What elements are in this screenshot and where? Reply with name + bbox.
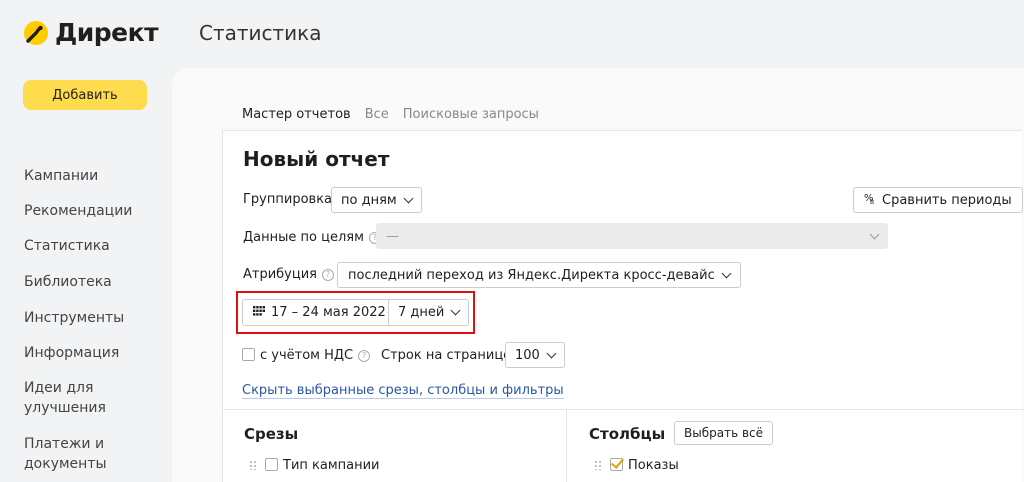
compare-label: Сравнить периоды [882, 192, 1012, 208]
add-button[interactable]: Добавить [23, 80, 147, 110]
slice-checkbox[interactable] [265, 458, 278, 471]
list-item[interactable]: Тип кампании [249, 458, 380, 473]
sidebar-item-library[interactable]: Библиотека [24, 272, 112, 292]
help-icon[interactable]: ? [358, 350, 371, 362]
attribution-select[interactable]: последний переход из Яндекс.Директа крос… [337, 262, 741, 288]
grouping-select[interactable]: по дням [331, 187, 422, 213]
highlight-box [236, 291, 475, 334]
sidebar-item-ideas[interactable]: Идеи для улучшения [24, 378, 106, 418]
select-all-button[interactable]: Выбрать всё [674, 421, 774, 445]
vat-label: с учётом НДС [260, 348, 354, 363]
compare-icon: % B [864, 191, 876, 209]
drag-handle-icon[interactable] [594, 460, 602, 470]
section-divider [222, 409, 1024, 410]
goals-label-text: Данные по целям [243, 230, 364, 245]
svg-text:B: B [870, 199, 874, 205]
slices-title: Срезы [244, 425, 299, 443]
vat-checkbox[interactable] [242, 348, 255, 361]
rows-per-page-value: 100 [515, 347, 540, 363]
chevron-down-icon [721, 268, 732, 278]
column-label: Показы [628, 458, 679, 473]
page-title: Статистика [199, 21, 322, 45]
tab-search-queries[interactable]: Поисковые запросы [403, 107, 539, 132]
direct-logo-icon [23, 20, 49, 46]
sidebar-item-statistics[interactable]: Статистика [24, 236, 110, 256]
sidebar-item-payments[interactable]: Платежи и документы [24, 434, 107, 474]
slice-label: Тип кампании [283, 458, 380, 473]
report-tabs: Мастер отчетов Все Поисковые запросы [242, 107, 539, 132]
report-title: Новый отчет [243, 147, 390, 171]
goals-label: Данные по целям? [243, 230, 381, 245]
column-divider [566, 409, 567, 482]
tab-all[interactable]: Все [365, 107, 389, 132]
drag-handle-icon[interactable] [249, 460, 257, 470]
rows-per-page-label: Строк на странице [381, 348, 512, 363]
grouping-label: Группировка [243, 192, 333, 207]
attribution-value: последний переход из Яндекс.Директа крос… [348, 267, 715, 283]
sidebar-item-tools[interactable]: Инструменты [24, 308, 124, 328]
grouping-value: по дням [341, 192, 397, 208]
list-item[interactable]: Показы [594, 458, 679, 473]
attribution-label: Атрибуция? [243, 267, 334, 282]
sidebar-item-recommendations[interactable]: Рекомендации [24, 201, 132, 221]
vat-option[interactable]: с учётом НДС? [242, 348, 371, 363]
logo-text: Директ [55, 18, 159, 47]
goals-value: — [386, 228, 399, 244]
attribution-label-text: Атрибуция [243, 267, 317, 282]
sidebar-item-information[interactable]: Информация [24, 343, 119, 363]
logo[interactable]: Директ [23, 18, 159, 47]
help-icon[interactable]: ? [322, 269, 334, 281]
goals-select[interactable]: — [376, 223, 888, 249]
sidebar-item-campaigns[interactable]: Кампании [24, 166, 98, 186]
column-checkbox[interactable] [610, 458, 623, 471]
compare-periods-button[interactable]: % B Сравнить периоды [853, 187, 1023, 213]
rows-per-page-select[interactable]: 100 [505, 342, 565, 368]
chevron-down-icon [403, 193, 414, 203]
main-panel: Мастер отчетов Все Поисковые запросы Нов… [172, 68, 1024, 482]
chevron-down-icon [546, 348, 557, 358]
columns-title: Столбцы [589, 425, 666, 443]
chevron-down-icon [869, 229, 880, 239]
hide-selected-link[interactable]: Скрыть выбранные срезы, столбцы и фильтр… [242, 383, 564, 399]
tab-report-wizard[interactable]: Мастер отчетов [242, 107, 351, 132]
